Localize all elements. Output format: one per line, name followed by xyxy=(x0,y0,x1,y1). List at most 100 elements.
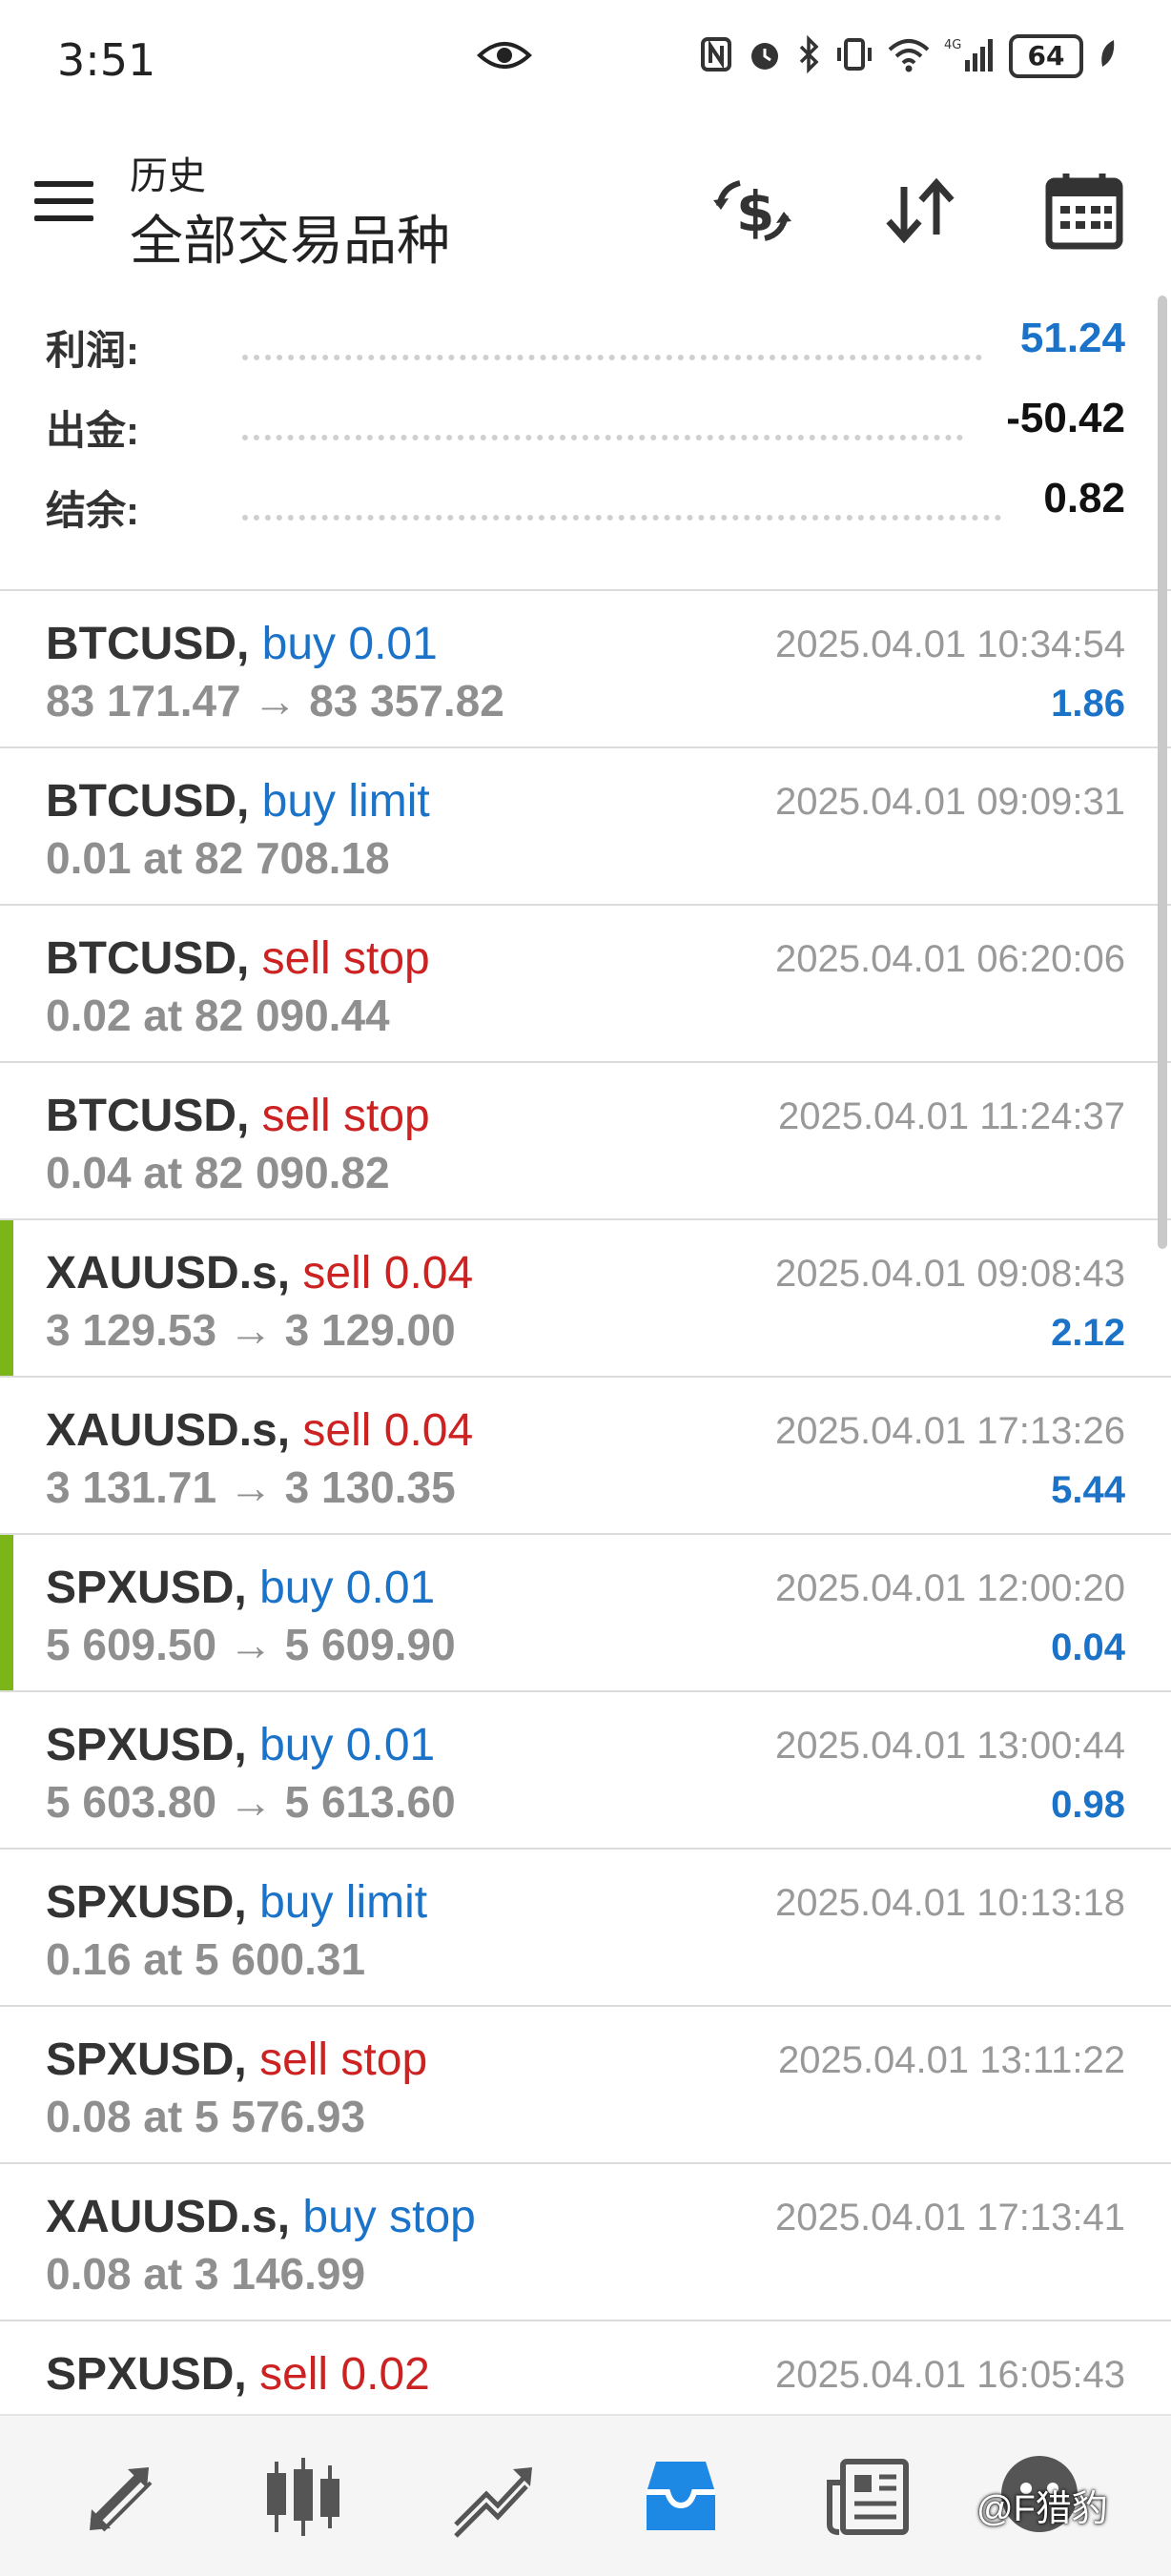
trade-time: 2025.04.01 09:08:43 xyxy=(774,1253,1125,1295)
trade-action: buy limit xyxy=(246,1877,428,1928)
trade-action: sell stop xyxy=(249,933,430,984)
trade-row[interactable]: BTCUSD, buy limit 0.01 at 82 708.18 2025.0… xyxy=(0,748,1171,906)
trade-symbol: SPXUSD, xyxy=(46,1720,247,1770)
trade-profit: 2.12 xyxy=(1051,1312,1125,1354)
trade-detail: 0.02 at 82 090.44 xyxy=(46,991,390,1040)
trade-title: BTCUSD, sell stop xyxy=(46,932,430,985)
trade-title: XAUUSD.s, sell 0.04 xyxy=(46,1247,473,1299)
trade-action: sell 0.02 xyxy=(246,2349,430,2400)
trade-row[interactable]: XAUUSD.s, sell 0.04 3 131.71 → 3 130.35 20… xyxy=(0,1378,1171,1535)
trade-title: BTCUSD, buy 0.01 xyxy=(46,618,438,670)
scrollbar[interactable] xyxy=(1158,296,1167,1249)
summary-value: 0.82 xyxy=(1043,475,1125,521)
trade-row[interactable]: XAUUSD.s, buy stop 0.08 at 3 146.99 2025.0… xyxy=(0,2164,1171,2321)
trade-detail: 0.08 at 5 576.93 xyxy=(46,2092,366,2141)
trade-action: sell 0.04 xyxy=(290,1248,474,1298)
summary-label: 结余: xyxy=(46,488,139,533)
leaf-icon xyxy=(1097,38,1118,75)
trade-profit: 5.44 xyxy=(1051,1469,1125,1511)
trade-row[interactable]: XAUUSD.s, sell 0.04 3 129.53 → 3 129.00 20… xyxy=(0,1220,1171,1378)
trade-symbol: SPXUSD, xyxy=(46,2034,247,2085)
news-icon xyxy=(827,2459,909,2535)
quotes-icon xyxy=(90,2467,153,2532)
trade-detail: 0.01 at 82 708.18 xyxy=(46,833,390,883)
trade-title: XAUUSD.s, buy stop xyxy=(46,2191,476,2243)
trade-title: SPXUSD, sell stop xyxy=(46,2034,427,2086)
alarm-icon xyxy=(746,35,784,78)
battery-icon: 64 xyxy=(1009,34,1083,78)
menu-button[interactable] xyxy=(34,181,93,229)
trade-detail: 0.16 at 5 600.31 xyxy=(46,1934,366,1984)
menu-icon xyxy=(34,181,93,187)
status-time: 3:51 xyxy=(57,34,156,86)
trade-icon xyxy=(454,2467,532,2538)
trade-time: 2025.04.01 16:05:43 xyxy=(774,2354,1125,2396)
summary-label: 利润: xyxy=(46,328,139,373)
trade-action: sell 0.04 xyxy=(290,1405,474,1456)
currency-exchange-icon: $ xyxy=(713,179,791,244)
svg-text:4G: 4G xyxy=(944,38,961,52)
trade-detail: 83 171.47 → 83 357.82 xyxy=(46,676,504,726)
trade-row[interactable]: SPXUSD, buy 0.01 5 609.50 → 5 609.90 2025.… xyxy=(0,1535,1171,1692)
trade-time: 2025.04.01 17:13:26 xyxy=(774,1410,1125,1452)
nav-news[interactable] xyxy=(820,2454,915,2540)
currency-exchange-button[interactable]: $ xyxy=(709,168,795,254)
trade-detail: 3 131.71 → 3 130.35 xyxy=(46,1462,456,1512)
summary-row-profit: 利润: 51.24 xyxy=(46,305,1125,381)
trade-detail: 5 603.80 → 5 613.60 xyxy=(46,1777,456,1827)
trade-symbol: SPXUSD, xyxy=(46,1877,247,1928)
calendar-button[interactable] xyxy=(1041,168,1127,254)
trade-time: 2025.04.01 06:20:06 xyxy=(774,938,1125,980)
summary-row-balance: 结余: 0.82 xyxy=(46,465,1125,542)
trade-time: 2025.04.01 10:34:54 xyxy=(774,624,1125,665)
trade-symbol: BTCUSD, xyxy=(46,1091,250,1141)
sort-button[interactable] xyxy=(877,168,963,254)
nfc-icon xyxy=(700,36,732,77)
trade-symbol: XAUUSD.s, xyxy=(46,2192,291,2242)
trade-row[interactable]: SPXUSD, buy limit 0.16 at 5 600.31 2025.04… xyxy=(0,1850,1171,2007)
chart-icon xyxy=(267,2458,339,2536)
open-position-marker xyxy=(0,1220,13,1376)
summary-panel: 利润: 51.24 出金: -50.42 结余: 0.82 xyxy=(0,305,1171,591)
trade-action: buy 0.01 xyxy=(246,1720,436,1770)
trade-symbol: BTCUSD, xyxy=(46,933,250,984)
trade-action: buy 0.01 xyxy=(249,619,438,669)
trade-title: XAUUSD.s, sell 0.04 xyxy=(46,1404,473,1457)
trade-row[interactable]: BTCUSD, sell stop 0.02 at 82 090.44 2025.0… xyxy=(0,906,1171,1063)
trade-time: 2025.04.01 17:13:41 xyxy=(774,2197,1125,2239)
trade-row[interactable]: BTCUSD, buy 0.01 83 171.47 → 83 357.82 202… xyxy=(0,591,1171,748)
page-title[interactable]: 全部交易品种 xyxy=(130,198,450,276)
trade-row[interactable]: SPXUSD, buy 0.01 5 603.80 → 5 613.60 2025.… xyxy=(0,1692,1171,1850)
trade-profit: 0.04 xyxy=(1051,1626,1125,1668)
page-subtitle: 历史 xyxy=(130,155,206,197)
nav-chart[interactable] xyxy=(256,2454,351,2540)
calendar-icon xyxy=(1045,174,1123,250)
nav-quotes[interactable] xyxy=(74,2454,170,2540)
status-bar: 3:51 4G 64 xyxy=(0,0,1171,114)
nav-history[interactable] xyxy=(633,2454,729,2540)
trade-action: buy stop xyxy=(290,2192,476,2242)
bluetooth-icon xyxy=(797,34,822,78)
trade-title: SPXUSD, sell 0.02 xyxy=(46,2348,430,2401)
nav-trade[interactable] xyxy=(444,2454,540,2540)
trade-action: sell stop xyxy=(246,2034,428,2085)
trade-detail: 5 609.50 → 5 609.90 xyxy=(46,1620,456,1669)
trade-time: 2025.04.01 09:09:31 xyxy=(774,781,1125,823)
eye-icon xyxy=(477,38,532,77)
summary-label: 出金: xyxy=(46,408,139,453)
trade-time: 2025.04.01 13:11:22 xyxy=(777,2039,1125,2081)
summary-value: 51.24 xyxy=(1019,315,1125,361)
trade-title: SPXUSD, buy 0.01 xyxy=(46,1562,435,1614)
trade-symbol: XAUUSD.s, xyxy=(46,1248,291,1298)
trade-row[interactable]: BTCUSD, sell stop 0.04 at 82 090.82 2025.0… xyxy=(0,1063,1171,1220)
trade-symbol: SPXUSD, xyxy=(46,2349,247,2400)
trade-row[interactable]: SPXUSD, sell stop 0.08 at 5 576.93 2025.04… xyxy=(0,2007,1171,2164)
trade-symbol: BTCUSD, xyxy=(46,619,250,669)
open-position-marker xyxy=(0,1535,13,1690)
trade-time: 2025.04.01 12:00:20 xyxy=(774,1567,1125,1609)
trade-action: buy limit xyxy=(249,776,430,827)
trade-profit: 1.86 xyxy=(1051,683,1125,725)
history-icon xyxy=(647,2462,715,2530)
summary-value: -50.42 xyxy=(1006,395,1125,441)
watermark: @F猎豹 xyxy=(976,2489,1108,2529)
